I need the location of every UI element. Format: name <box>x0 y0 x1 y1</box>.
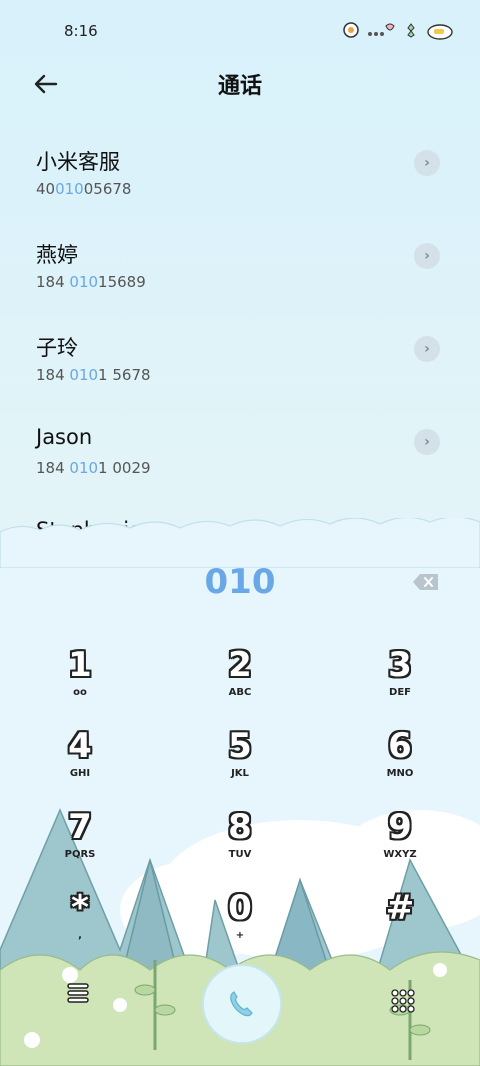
battery-icon <box>426 20 456 44</box>
call-button[interactable] <box>202 964 282 1044</box>
key-6[interactable]: 6 MNO <box>320 726 480 806</box>
menu-icon <box>67 983 89 1003</box>
dialed-number: 010 <box>204 562 276 602</box>
dialpad-toggle-button[interactable] <box>390 988 416 1014</box>
chevron-right-icon[interactable]: › <box>414 429 440 455</box>
backspace-button[interactable] <box>412 572 440 592</box>
contact-row[interactable]: 子玲 184 0101 5678 › <box>0 326 480 419</box>
key-8[interactable]: 8 TUV <box>160 807 320 887</box>
status-icons <box>342 20 456 44</box>
header: 通话 <box>0 60 480 110</box>
contact-number: 184 0101 0029 <box>36 459 151 477</box>
status-time: 8:16 <box>64 22 98 40</box>
contact-name: Jason <box>36 425 93 449</box>
wifi-icon <box>402 21 420 43</box>
contact-number: 184 01015689 <box>36 273 146 291</box>
chevron-right-icon[interactable]: › <box>414 336 440 362</box>
key-7[interactable]: 7 PQRS <box>0 807 160 887</box>
contact-row[interactable]: Jason 184 0101 0029 › <box>0 419 480 512</box>
contact-number: 184 0101 5678 <box>36 366 151 384</box>
contact-number: 4001005678 <box>36 180 132 198</box>
key-1[interactable]: 1 oo <box>0 645 160 725</box>
contact-name: 子玲 <box>36 336 78 360</box>
phone-icon <box>230 991 253 1017</box>
key-0[interactable]: 0 + <box>160 888 320 968</box>
status-bar: 8:16 <box>0 0 480 60</box>
key-star[interactable]: *, <box>0 888 160 968</box>
menu-button[interactable] <box>62 978 94 1008</box>
contact-row[interactable]: 小米客服 4001005678 › <box>0 140 480 233</box>
key-hash[interactable]: # <box>320 888 480 968</box>
key-4[interactable]: 4 GHI <box>0 726 160 806</box>
chevron-right-icon[interactable]: › <box>414 243 440 269</box>
contact-row[interactable]: 燕婷 184 01015689 › <box>0 233 480 326</box>
dialpad-icon <box>391 989 415 1013</box>
page-title: 通话 <box>217 74 262 99</box>
cloud-border <box>0 518 480 568</box>
key-3[interactable]: 3 DEF <box>320 645 480 725</box>
contact-name: 燕婷 <box>36 243 78 267</box>
key-2[interactable]: 2 ABC <box>160 645 320 725</box>
backspace-icon <box>413 574 438 590</box>
signal-icon <box>366 22 396 42</box>
contact-name: 小米客服 <box>36 150 120 174</box>
key-9[interactable]: 9 WXYZ <box>320 807 480 887</box>
chevron-right-icon[interactable]: › <box>414 150 440 176</box>
notification-icon <box>342 21 360 43</box>
key-5[interactable]: 5 JKL <box>160 726 320 806</box>
